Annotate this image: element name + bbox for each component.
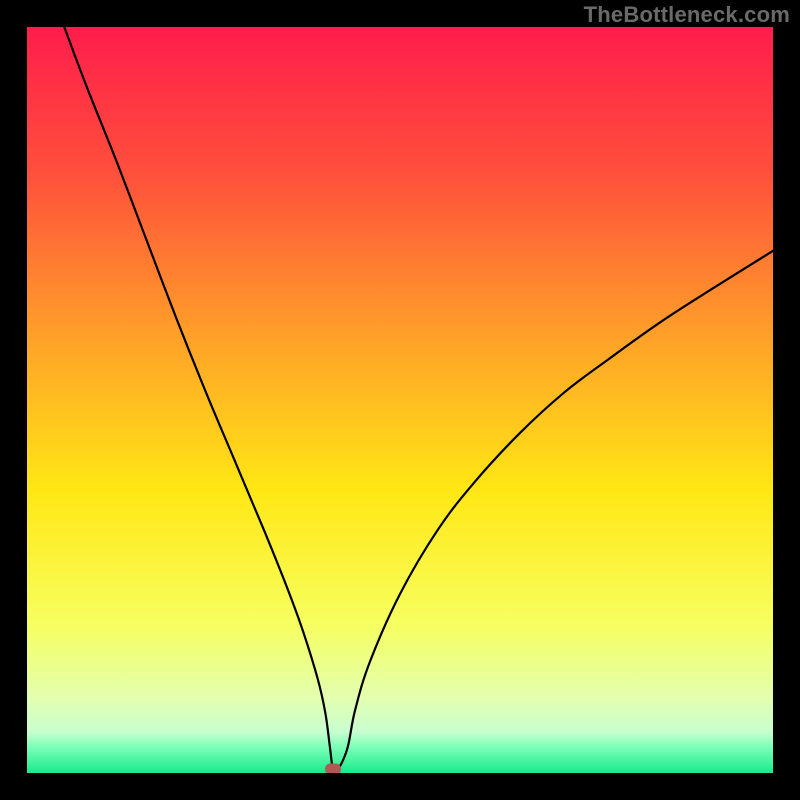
chart-frame: TheBottleneck.com xyxy=(0,0,800,800)
watermark-text: TheBottleneck.com xyxy=(584,2,790,28)
gradient-rect xyxy=(27,27,773,773)
plot-area xyxy=(27,27,773,773)
optimum-marker xyxy=(325,764,341,773)
chart-svg xyxy=(27,27,773,773)
